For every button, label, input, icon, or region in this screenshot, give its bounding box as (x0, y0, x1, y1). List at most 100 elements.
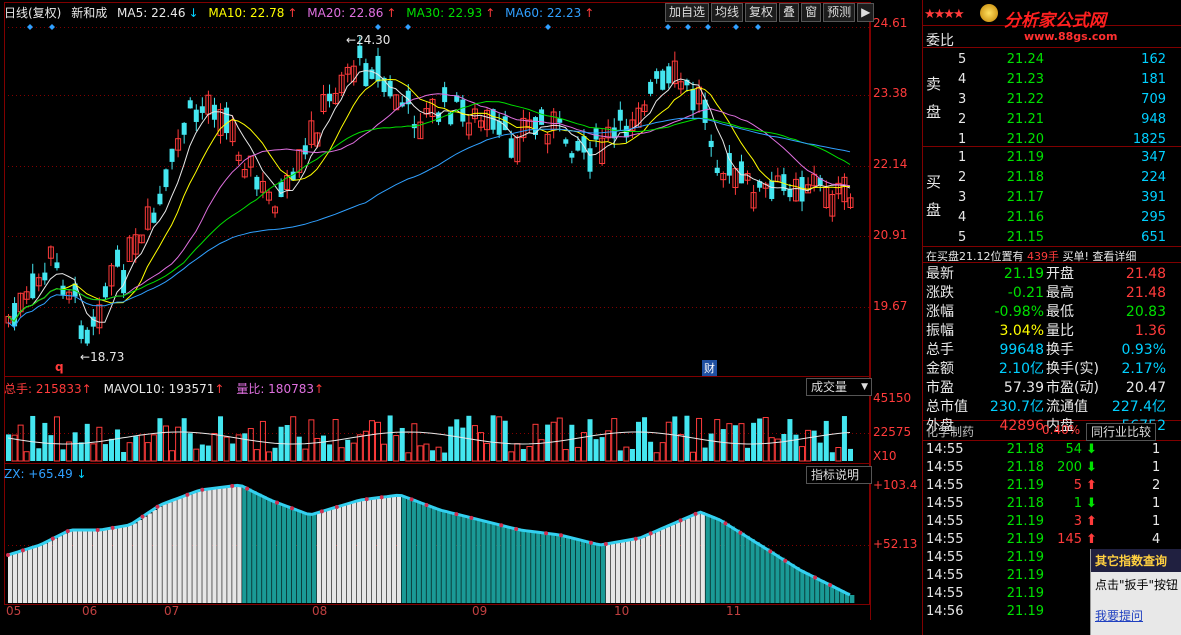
volume-bar (387, 415, 393, 461)
candle-body (193, 109, 199, 122)
order-price: 21.16 (1006, 210, 1044, 225)
order-row-buy[interactable]: 4 21.16 295 (924, 209, 1169, 227)
quote-label: 开盘 (1046, 266, 1074, 282)
zx-bar (541, 532, 546, 603)
volume-bar (48, 435, 54, 461)
zx-bar (282, 504, 287, 603)
zx-bar (695, 513, 700, 603)
tick-row: 14:55 21.19 145 ⬆ 4 (924, 531, 1169, 549)
order-row-sell[interactable]: 1 21.20 1825 (924, 131, 1169, 149)
quote-label: 市盈 (926, 380, 954, 396)
tick-time: 14:55 (926, 568, 964, 583)
order-row-buy[interactable]: 1 21.19 347 (924, 149, 1169, 167)
zx-bar (600, 544, 606, 603)
volume-bar (745, 447, 751, 461)
finance-marker[interactable]: 财 (702, 360, 717, 376)
zx-bar (406, 497, 411, 603)
zx-bar (426, 504, 431, 603)
predict-button[interactable]: 预测 (823, 3, 856, 22)
sector-name[interactable]: 化学制药 (926, 423, 974, 440)
order-row-buy[interactable]: 3 21.17 391 (924, 189, 1169, 207)
order-row-sell[interactable]: 5 21.24 162 (924, 51, 1169, 69)
volume-bar (242, 433, 248, 461)
order-level: 3 (958, 190, 967, 205)
event-marker-icon (405, 24, 411, 30)
volume-bar (477, 432, 484, 462)
order-price: 21.20 (1006, 132, 1044, 147)
period-label[interactable]: 日线(复权) (4, 6, 61, 20)
quote-value: 227.4亿 (1111, 399, 1166, 415)
volume-bar (605, 430, 612, 462)
zx-bar (790, 563, 795, 603)
zx-bar (740, 532, 745, 603)
order-row-buy[interactable]: 5 21.15 651 (924, 229, 1169, 247)
zx-dot (379, 495, 384, 500)
zx-bar (750, 538, 755, 603)
industry-compare-button[interactable]: 同行业比较 (1086, 423, 1157, 441)
price-axis-label: 20.91 (873, 228, 908, 242)
volume-bar (442, 452, 448, 461)
volume-bar (327, 444, 333, 461)
zx-bar (725, 523, 730, 603)
zx-bar (610, 543, 616, 603)
indicator-help-button[interactable]: 指标说明 (806, 466, 872, 484)
zx-bar (785, 560, 790, 603)
order-row-sell[interactable]: 2 21.21 948 (924, 111, 1169, 129)
zx-bar (326, 509, 332, 603)
volume-bar (296, 436, 302, 461)
overlay-button[interactable]: 叠 (779, 3, 800, 22)
tick-volume: 145 (1057, 532, 1082, 547)
zx-bar (755, 542, 760, 603)
more-button[interactable]: ▶ (857, 3, 875, 22)
zx-bar (421, 503, 426, 603)
zx-dot (499, 523, 504, 528)
candle-body (563, 139, 569, 144)
volume-bar (405, 452, 412, 462)
zx-bar (850, 595, 855, 603)
zx-dot (678, 518, 683, 523)
volume-bar (30, 415, 36, 461)
volume-bar (611, 418, 618, 462)
candle-body (60, 285, 66, 295)
zx-bar (22, 550, 28, 603)
volume-bar (90, 443, 97, 462)
order-notice[interactable]: 在买盘21.12位置有 439手 买单! 查看详细 (926, 248, 1136, 264)
zx-bar (272, 500, 277, 603)
order-row-sell[interactable]: 4 21.23 181 (924, 71, 1169, 89)
order-row-buy[interactable]: 2 21.18 224 (924, 169, 1169, 187)
volume-bar (230, 443, 236, 461)
order-volume: 224 (1141, 170, 1166, 185)
candle-body (726, 153, 732, 176)
order-row-sell[interactable]: 3 21.22 709 (924, 91, 1169, 109)
popup-ask-link[interactable]: 我要提问 (1091, 597, 1181, 624)
order-level: 1 (958, 150, 967, 165)
zx-bar (760, 545, 765, 603)
quote-label: 总手 (926, 342, 954, 358)
low-annotation: ←18.73 (80, 350, 125, 364)
zx-bar (451, 512, 456, 603)
zx-dot (364, 497, 369, 502)
volume-axis-label: X10 (873, 449, 897, 463)
zx-bar (107, 528, 113, 603)
event-marker-icon (705, 24, 711, 30)
ma-button[interactable]: 均线 (711, 3, 744, 22)
volume-bar (338, 447, 345, 462)
zx-bar (386, 496, 392, 603)
order-volume: 709 (1141, 92, 1166, 107)
zx-dot (783, 558, 788, 563)
volume-bar (193, 448, 200, 462)
volume-dropdown[interactable]: 成交量 ▼ (806, 378, 872, 396)
order-level: 4 (958, 72, 967, 87)
volume-bar (751, 422, 757, 461)
order-volume: 181 (1141, 72, 1166, 87)
quote-label: 最低 (1046, 304, 1074, 320)
zx-dot (155, 504, 160, 509)
zx-bar (800, 570, 805, 603)
volume-bar (42, 422, 48, 461)
window-button[interactable]: 窗 (801, 3, 822, 22)
add-watchlist-button[interactable]: 加自选 (665, 3, 710, 22)
volume-bar (805, 429, 812, 462)
zx-bar (242, 486, 247, 603)
zx-bar (660, 529, 666, 603)
restore-button[interactable]: 复权 (745, 3, 778, 22)
